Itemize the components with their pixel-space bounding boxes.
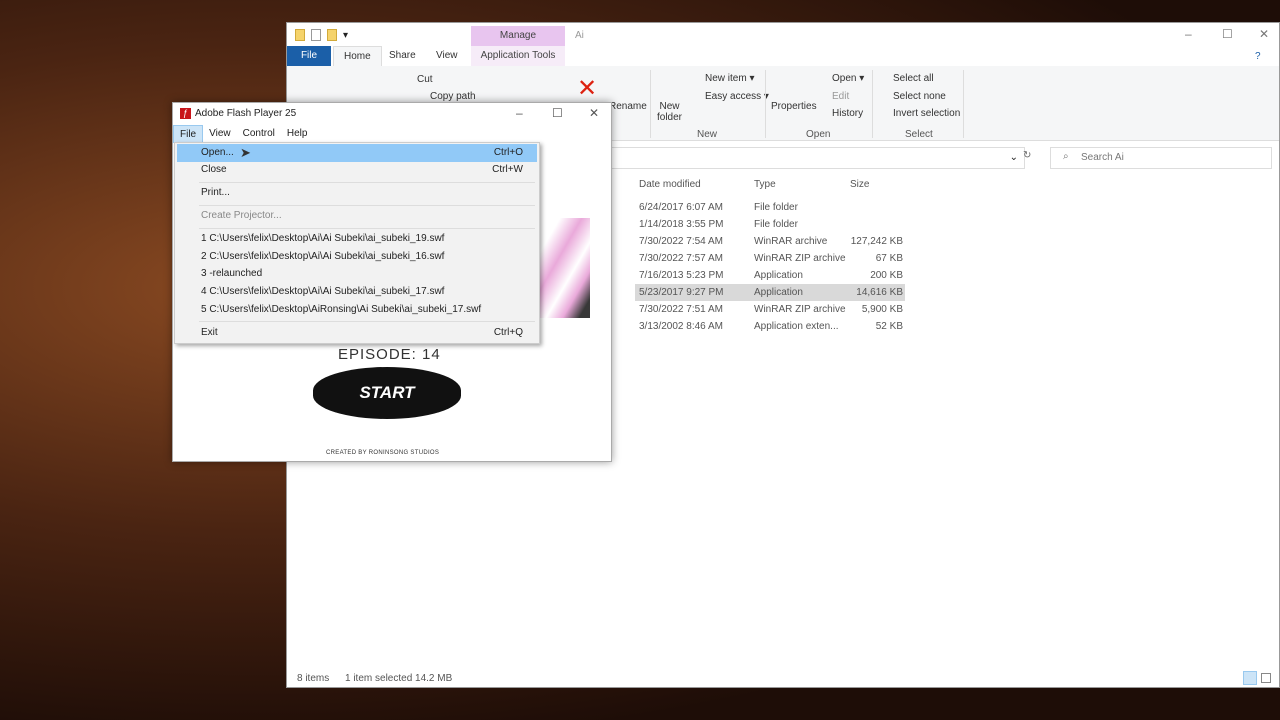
cell-size: 67 KB <box>875 253 903 264</box>
file-row[interactable]: 7/30/2022 7:51 AM WinRAR ZIP archive 5,900… <box>635 301 905 318</box>
cell-type: File folder <box>754 202 798 213</box>
credit-text: CREATED BY RONINSONG STUDIOS <box>326 450 440 456</box>
episode-title: EPISODE: 14 <box>338 346 441 363</box>
recent-file-5[interactable]: 5 C:\Users\felix\Desktop\AiRonsing\Ai Su… <box>177 301 537 319</box>
maximize-button[interactable]: ☐ <box>552 106 563 120</box>
cell-date: 7/30/2022 7:51 AM <box>639 304 723 315</box>
menu-file[interactable]: File <box>173 125 204 143</box>
large-icons-view-button[interactable] <box>1261 673 1271 683</box>
folder-icon[interactable] <box>295 29 305 41</box>
cell-date: 1/14/2018 3:55 PM <box>639 219 724 230</box>
file-row[interactable]: 7/16/2013 5:23 PM Application 200 KB <box>635 267 905 284</box>
manage-context-tab[interactable]: Manage <box>471 26 565 46</box>
address-bar[interactable]: ⌄ <box>605 147 1025 169</box>
menu-item-print[interactable]: Print... <box>177 184 537 202</box>
chevron-down-icon[interactable]: ▾ <box>343 30 348 41</box>
file-row[interactable]: 7/30/2022 7:57 AM WinRAR ZIP archive 67 KB <box>635 250 905 267</box>
cell-size: 52 KB <box>875 321 903 332</box>
file-row[interactable]: 7/30/2022 7:54 AM WinRAR archive 127,242 K… <box>635 233 905 250</box>
recent-file-3[interactable]: 3 -relaunched <box>177 265 537 283</box>
cell-date: 6/24/2017 6:07 AM <box>639 202 723 213</box>
close-button[interactable]: ✕ <box>1259 27 1269 41</box>
cell-size: 14,616 KB <box>856 287 903 298</box>
close-button[interactable]: ✕ <box>589 106 599 120</box>
menu-help[interactable]: Help <box>281 125 314 143</box>
status-selection: 1 item selected 14.2 MB <box>345 673 453 684</box>
cell-type: Application exten... <box>754 321 839 332</box>
minimize-button[interactable]: – <box>1185 27 1192 41</box>
cell-date: 7/30/2022 7:54 AM <box>639 236 723 247</box>
cell-date: 7/16/2013 5:23 PM <box>639 270 724 281</box>
copy-path-button[interactable]: Copy path <box>430 91 476 102</box>
menu-bar: File View Control Help <box>173 125 611 143</box>
menu-item-create-projector: Create Projector... <box>201 210 282 221</box>
game-artwork <box>538 218 590 318</box>
rename-button[interactable]: Rename <box>609 101 647 112</box>
select-none-button[interactable]: Select none <box>893 91 946 102</box>
cell-date: 5/23/2017 9:27 PM <box>639 287 724 298</box>
properties-button[interactable]: Properties <box>771 101 817 112</box>
cell-type: WinRAR archive <box>754 236 828 247</box>
window-title: Adobe Flash Player 25 <box>195 108 297 119</box>
search-icon: ⌕ <box>1063 151 1069 162</box>
file-row[interactable]: 6/24/2017 6:07 AM File folder <box>635 199 905 216</box>
menu-item-open[interactable]: Open... Ctrl+O <box>177 144 537 162</box>
delete-icon[interactable]: ✕ <box>577 74 597 103</box>
start-button[interactable]: START <box>313 367 461 419</box>
open-button[interactable]: Open ▾ <box>832 73 864 84</box>
select-all-button[interactable]: Select all <box>893 73 934 84</box>
window-title: Ai <box>575 30 584 41</box>
tab-file[interactable]: File <box>287 46 331 66</box>
help-icon[interactable]: ? <box>1255 51 1261 62</box>
menu-view[interactable]: View <box>203 125 237 143</box>
menu-control[interactable]: Control <box>237 125 281 143</box>
invert-selection-button[interactable]: Invert selection <box>893 108 960 119</box>
tab-home[interactable]: Home <box>333 46 382 66</box>
recent-file-4[interactable]: 4 C:\Users\felix\Desktop\Ai\Ai Subeki\ai… <box>177 283 537 301</box>
recent-file-2[interactable]: 2 C:\Users\felix\Desktop\Ai\Ai Subeki\ai… <box>177 248 537 266</box>
tab-application-tools[interactable]: Application Tools <box>471 46 565 66</box>
new-folder-icon[interactable] <box>327 29 337 41</box>
recent-file-1[interactable]: 1 C:\Users\felix\Desktop\Ai\Ai Subeki\ai… <box>177 230 537 248</box>
cell-size: 5,900 KB <box>861 304 903 315</box>
cell-type: Application <box>754 270 803 281</box>
column-date-modified[interactable]: Date modified <box>639 179 701 190</box>
minimize-button[interactable]: – <box>516 106 523 120</box>
cell-type: Application <box>754 287 803 298</box>
cell-type: File folder <box>754 219 798 230</box>
cell-size: 127,242 KB <box>850 236 903 247</box>
file-menu-dropdown: Open... Ctrl+O Close Ctrl+W Print... Creat… <box>174 142 540 344</box>
details-view-button[interactable] <box>1243 671 1257 685</box>
file-row[interactable]: 3/13/2002 8:46 AM Application exten... 52 … <box>635 318 905 335</box>
mouse-cursor-icon: ➤ <box>240 145 251 160</box>
flash-logo-icon: ƒ <box>180 108 191 119</box>
cell-date: 7/30/2022 7:57 AM <box>639 253 723 264</box>
tab-share[interactable]: Share <box>379 46 426 66</box>
file-row[interactable]: 1/14/2018 3:55 PM File folder <box>635 216 905 233</box>
new-item-button[interactable]: New item ▾ <box>705 73 754 84</box>
search-input[interactable]: Search Ai ⌕ <box>1050 147 1272 169</box>
quick-access-toolbar: ▾ <box>295 29 348 41</box>
file-row[interactable]: 5/23/2017 9:27 PM Application 14,616 KB <box>635 284 905 301</box>
history-button[interactable]: History <box>832 108 863 119</box>
cut-button[interactable]: Cut <box>417 74 433 85</box>
cell-type: WinRAR ZIP archive <box>754 253 846 264</box>
cell-size: 200 KB <box>870 270 903 281</box>
menu-item-exit[interactable]: Exit Ctrl+Q <box>177 324 537 342</box>
refresh-icon[interactable]: ↻ <box>1023 150 1031 161</box>
cell-date: 3/13/2002 8:46 AM <box>639 321 723 332</box>
column-type[interactable]: Type <box>754 179 776 190</box>
status-item-count: 8 items <box>297 673 330 684</box>
tab-view[interactable]: View <box>426 46 468 66</box>
edit-button[interactable]: Edit <box>832 91 849 102</box>
maximize-button[interactable]: ☐ <box>1222 27 1233 41</box>
properties-icon[interactable] <box>311 29 321 41</box>
column-size[interactable]: Size <box>850 179 869 190</box>
menu-item-close[interactable]: Close Ctrl+W <box>177 161 537 179</box>
new-folder-button[interactable]: New folder <box>657 101 682 123</box>
easy-access-button[interactable]: Easy access ▾ <box>705 91 769 102</box>
cell-type: WinRAR ZIP archive <box>754 304 846 315</box>
